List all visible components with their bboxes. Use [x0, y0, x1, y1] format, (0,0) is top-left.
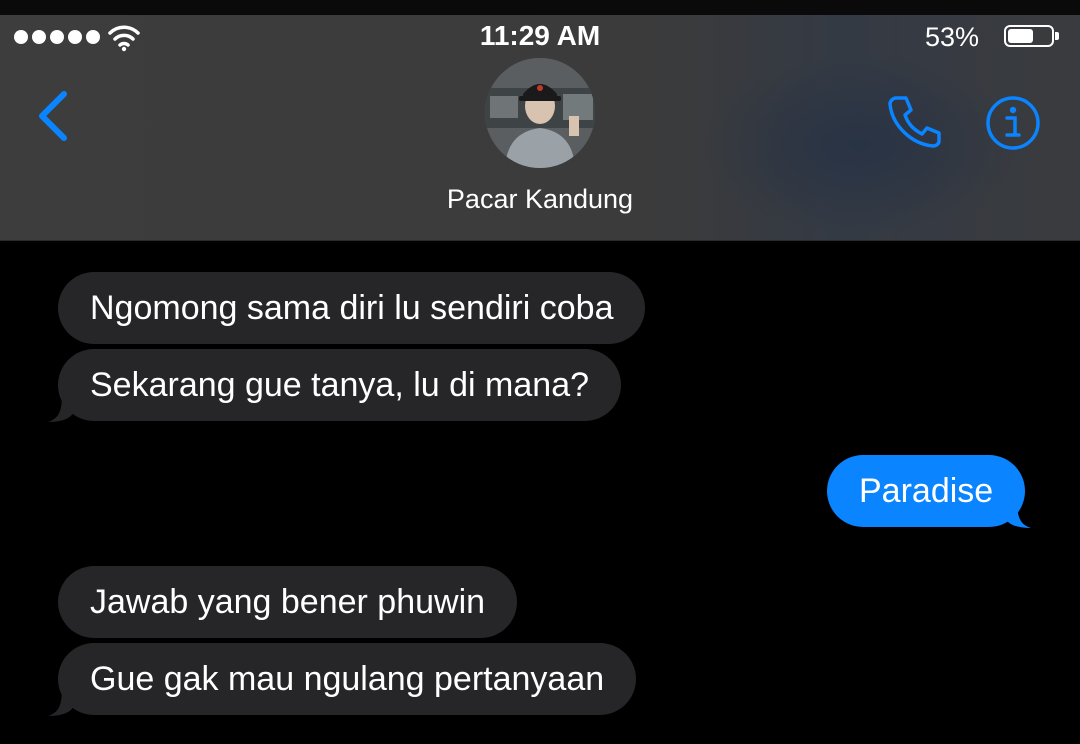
- status-time: 11:29 AM: [479, 20, 601, 51]
- message-bubble-incoming[interactable]: Jawab yang bener phuwin: [58, 566, 518, 638]
- battery-percentage: 53%: [925, 22, 980, 52]
- signal-strength-icon: [14, 30, 100, 44]
- phone-icon[interactable]: [884, 92, 944, 150]
- bubble-tail: [48, 686, 75, 716]
- messages-screen: 11:29 AM 53% Pacar Kandung Ngomong sama: [0, 0, 1080, 744]
- top-strip: [0, 0, 1080, 15]
- avatar-photo: [485, 58, 595, 168]
- message-bubble-incoming[interactable]: Sekarang gue tanya, lu di mana?: [58, 349, 622, 421]
- info-icon[interactable]: [984, 94, 1042, 152]
- chevron-left-icon[interactable]: [30, 88, 74, 144]
- battery-icon: [1004, 25, 1059, 47]
- bubble-tail: [48, 392, 75, 422]
- message-bubble-incoming[interactable]: Gue gak mau ngulang pertanyaan: [58, 643, 637, 715]
- contact-avatar[interactable]: [485, 58, 595, 168]
- bubble-tail: [1004, 498, 1031, 528]
- contact-name[interactable]: Pacar Kandung: [340, 184, 740, 215]
- wifi-icon: [108, 25, 140, 52]
- message-bubble-incoming[interactable]: Ngomong sama diri lu sendiri coba: [58, 272, 646, 344]
